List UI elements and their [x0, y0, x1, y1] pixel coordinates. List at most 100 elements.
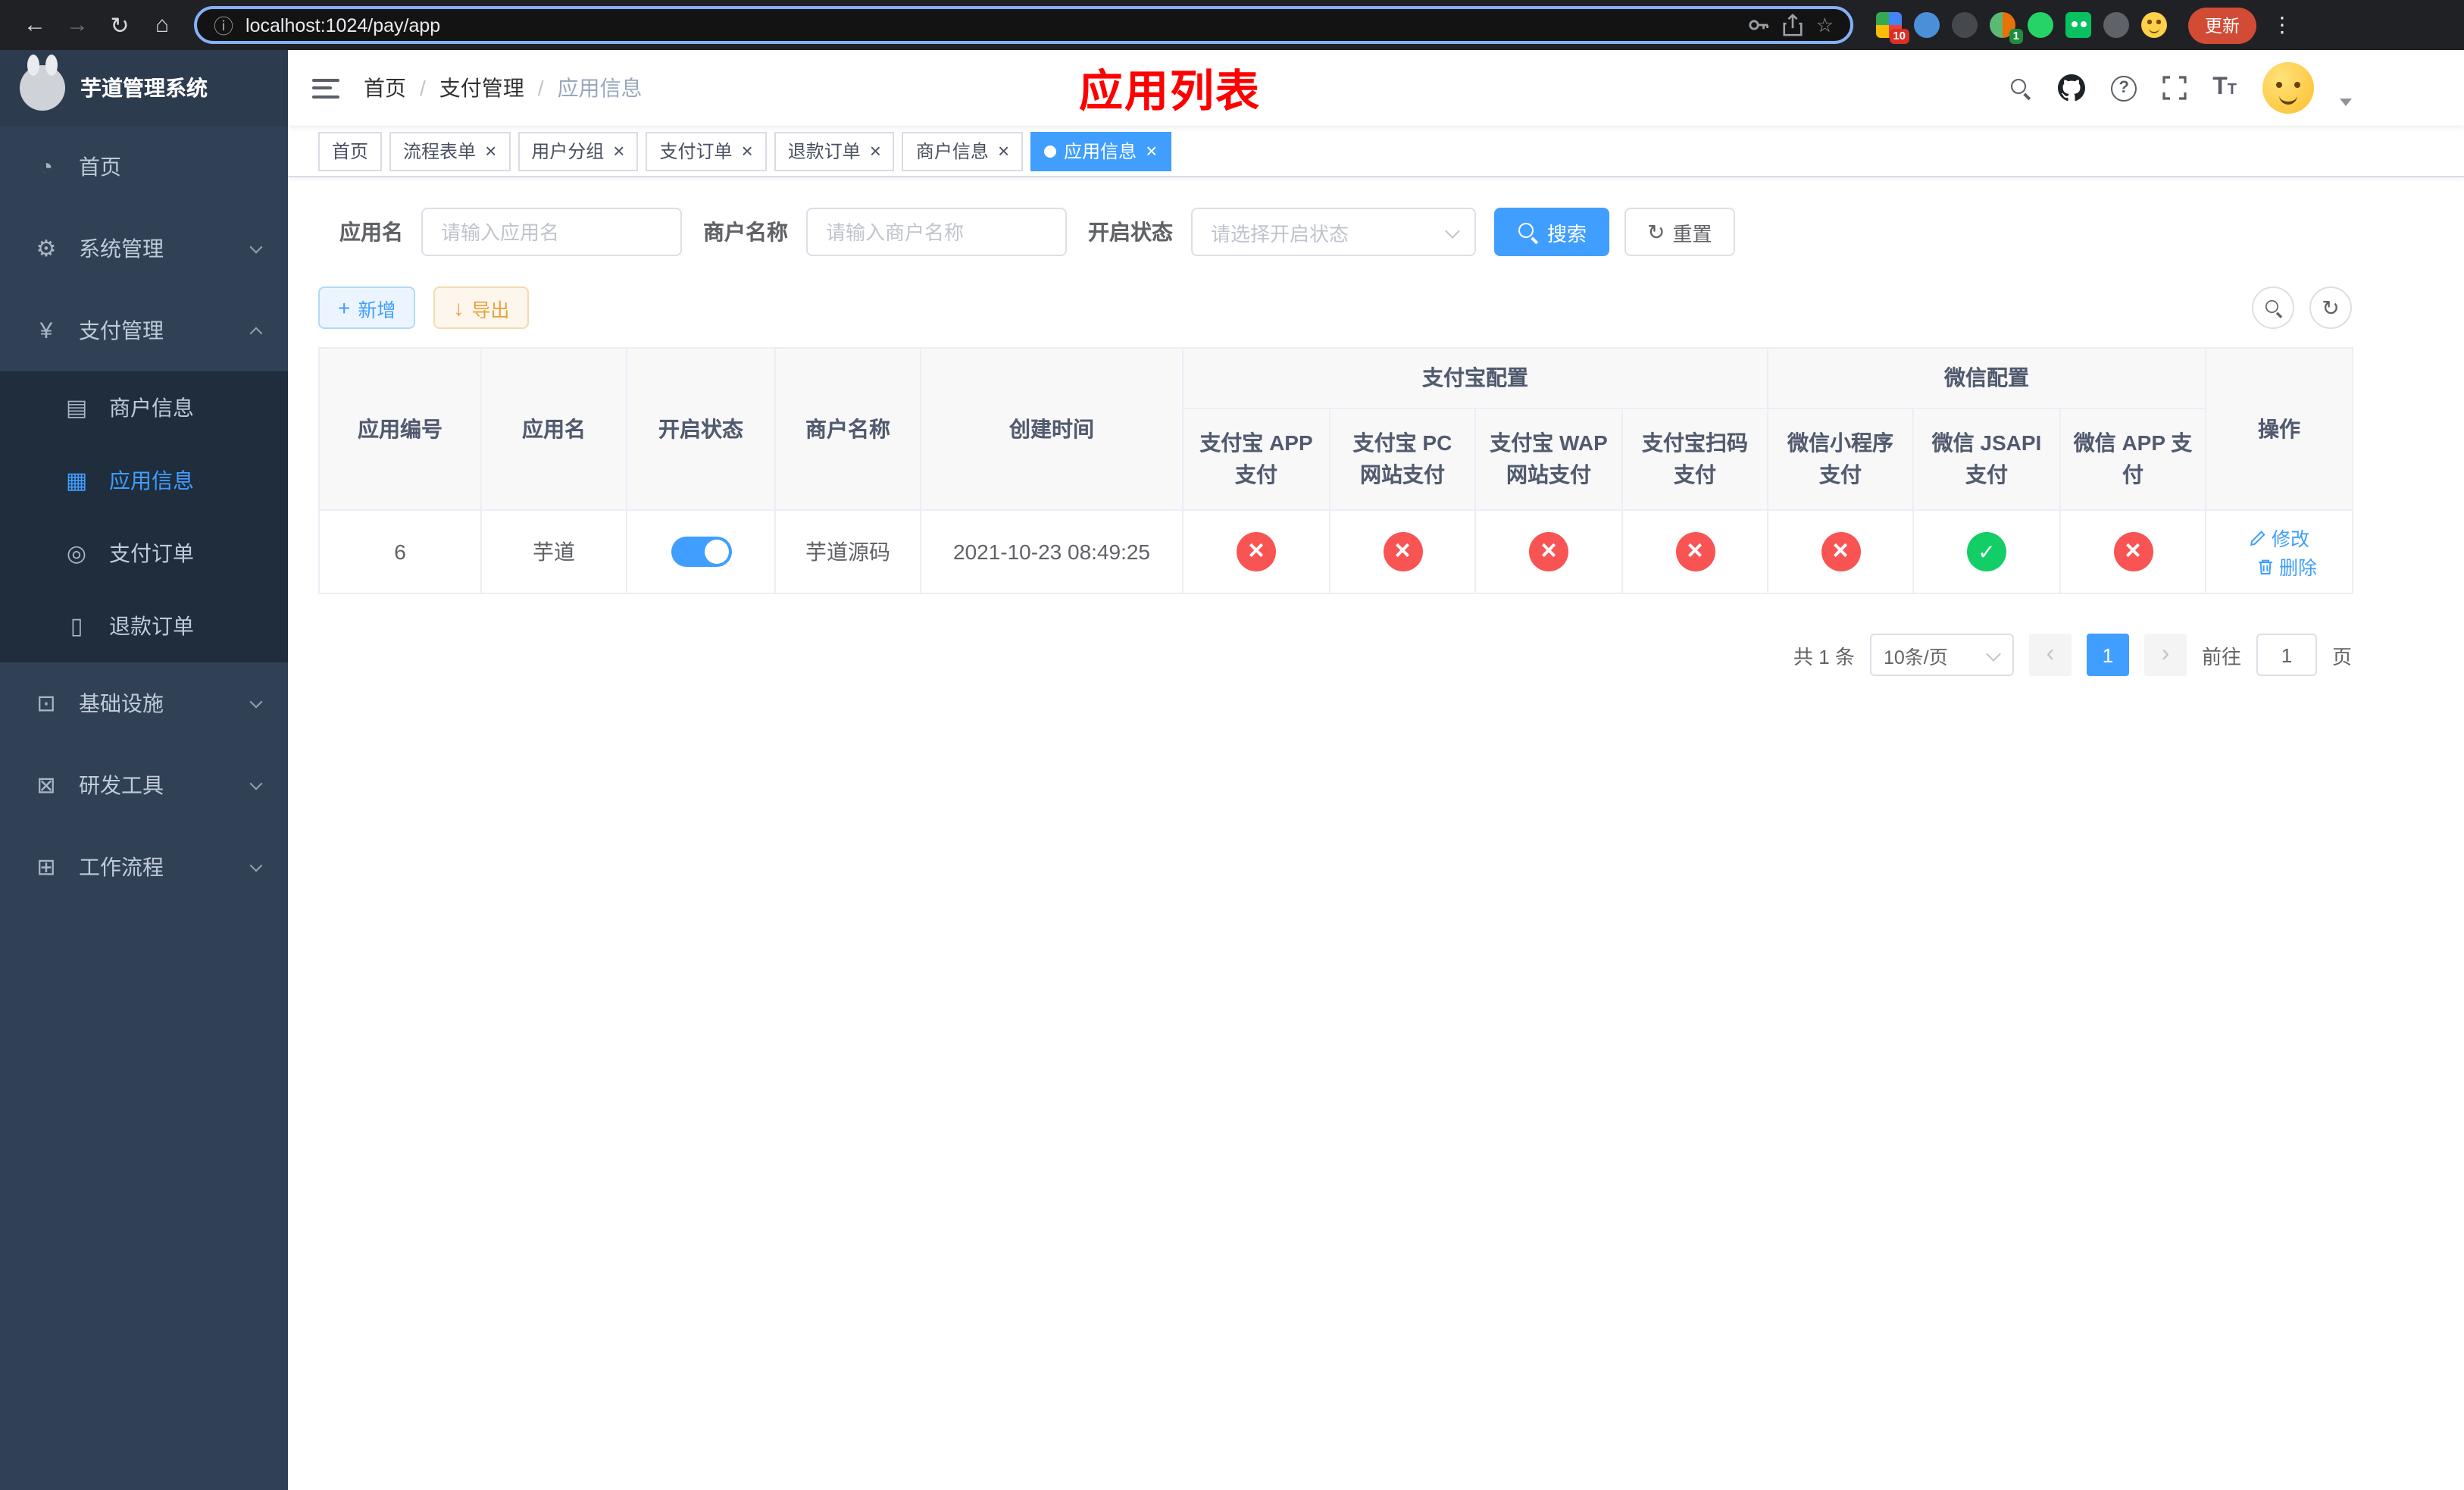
breadcrumb: 首页 / 支付管理 / 应用信息: [364, 73, 643, 103]
browser-home-icon[interactable]: ⌂: [142, 5, 182, 45]
browser-forward-icon[interactable]: →: [58, 5, 97, 45]
sidebar-item-merchant-info[interactable]: ▤ 商户信息: [0, 371, 288, 444]
close-icon[interactable]: ×: [485, 141, 496, 161]
toggle-search-button[interactable]: [2252, 286, 2294, 329]
browser-update-button[interactable]: 更新: [2188, 7, 2256, 43]
top-navbar: 首页 / 支付管理 / 应用信息 应用列表 ? TT: [288, 50, 2464, 126]
close-icon[interactable]: ×: [870, 141, 881, 161]
extension-wechat-icon[interactable]: [2065, 12, 2091, 38]
share-icon[interactable]: [1783, 14, 1804, 36]
sidebar-item-dev-tools[interactable]: ⊠ 研发工具: [0, 744, 288, 826]
browser-back-icon[interactable]: ←: [15, 5, 55, 45]
extension-translate-icon[interactable]: 1: [1990, 12, 2023, 44]
page-size-select[interactable]: 10条/页: [1869, 634, 2014, 676]
sidebar-item-label: 商户信息: [109, 396, 194, 420]
help-icon[interactable]: ?: [2111, 75, 2137, 101]
merchant-name-input[interactable]: [806, 208, 1067, 256]
edit-button[interactable]: 修改: [2249, 523, 2309, 552]
reset-button[interactable]: ↻ 重置: [1624, 208, 1735, 256]
cell-alipay-app: [1182, 509, 1330, 594]
prev-page-button[interactable]: ‹: [2028, 634, 2072, 676]
col-header-created: 创建时间: [920, 347, 1184, 511]
chevron-down-icon: [249, 239, 263, 253]
chevron-down-icon[interactable]: [2340, 98, 2352, 105]
search-button[interactable]: 搜索: [1494, 208, 1610, 256]
status-select[interactable]: 请选择开启状态: [1191, 208, 1476, 256]
tab-user-group[interactable]: 用户分组 ×: [518, 131, 639, 171]
sidebar-item-label: 首页: [79, 155, 121, 179]
extension-badge: 1: [2009, 28, 2023, 44]
tab-refund-order[interactable]: 退款订单 ×: [774, 131, 895, 171]
search-form: 应用名 商户名称 开启状态 请选择开启状态 搜索 ↻重置: [318, 208, 2352, 256]
sidebar-item-label: 支付管理: [79, 318, 164, 343]
next-page-button[interactable]: ›: [2143, 634, 2187, 676]
table-row: 6 芋道 芋道源码 2021-10-23 08:49:25 × × × × × …: [318, 509, 2354, 594]
tab-pay-order[interactable]: 支付订单 ×: [646, 131, 767, 171]
extension-blue-icon[interactable]: [1914, 12, 1940, 38]
site-info-icon[interactable]: ⓘ: [214, 11, 233, 39]
search-icon[interactable]: [2009, 77, 2032, 99]
delete-button[interactable]: 删除: [2256, 552, 2317, 581]
sidebar-item-app-info[interactable]: ▦ 应用信息: [0, 444, 288, 517]
cell-alipay-wap: [1474, 509, 1623, 594]
page-number-1[interactable]: 1: [2086, 634, 2129, 676]
close-icon[interactable]: ×: [1146, 141, 1157, 161]
sidebar-item-pay-order[interactable]: ◎ 支付订单: [0, 517, 288, 590]
app-name-input[interactable]: [421, 208, 682, 256]
refresh-table-button[interactable]: ↻: [2309, 286, 2352, 329]
tab-home[interactable]: 首页: [318, 131, 383, 171]
page-content: 应用名 商户名称 开启状态 请选择开启状态 搜索 ↻重置 +新增 ↓导出 ↻: [288, 177, 2464, 1490]
extension-pin-icon[interactable]: [2103, 12, 2129, 38]
extension-green-circle-icon[interactable]: [2028, 12, 2053, 38]
tab-process-form[interactable]: 流程表单 ×: [389, 131, 511, 171]
extension-dark-icon[interactable]: [1952, 12, 1978, 38]
browser-menu-icon[interactable]: ⋮: [2272, 12, 2293, 38]
breadcrumb-separator: /: [537, 76, 544, 100]
breadcrumb-home[interactable]: 首页: [364, 73, 406, 103]
password-key-icon[interactable]: [1748, 14, 1771, 36]
close-icon[interactable]: ×: [613, 141, 624, 161]
sidebar-item-label: 支付订单: [109, 541, 194, 565]
col-group-alipay: 支付宝配置: [1182, 347, 1768, 409]
logo[interactable]: 芋道管理系统: [0, 50, 288, 126]
font-size-icon[interactable]: TT: [2212, 75, 2237, 100]
status-label: 开启状态: [1088, 220, 1173, 244]
url-text[interactable]: localhost:1024/pay/app: [245, 14, 1736, 36]
sidebar-item-home[interactable]: ◔ 首页: [0, 126, 288, 208]
col-header-wx-lite: 微信小程序支付: [1767, 408, 1914, 511]
merchant-name-label: 商户名称: [703, 220, 788, 244]
export-button[interactable]: ↓ 导出: [433, 286, 530, 329]
tab-merchant-info[interactable]: 商户信息 ×: [902, 131, 1024, 171]
sidebar-item-infrastructure[interactable]: ⊡ 基础设施: [0, 662, 288, 744]
avatar[interactable]: [2262, 62, 2314, 114]
status-toggle[interactable]: [671, 537, 731, 567]
logo-avatar: [20, 55, 65, 111]
payment-submenu: ▤ 商户信息 ▦ 应用信息 ◎ 支付订单 ▯ 退款订单: [0, 371, 288, 662]
sidebar-item-refund-order[interactable]: ▯ 退款订单: [0, 590, 288, 662]
close-icon[interactable]: ×: [998, 141, 1009, 161]
breadcrumb-payment[interactable]: 支付管理: [439, 73, 524, 103]
tab-app-info[interactable]: 应用信息 ×: [1030, 131, 1171, 171]
github-icon[interactable]: [2058, 74, 2086, 102]
sidebar-item-system[interactable]: ⚙ 系统管理: [0, 208, 288, 290]
chevron-down-icon: [249, 858, 263, 872]
col-header-wx-jsapi: 微信 JSAPI 支付: [1912, 408, 2061, 511]
col-header-app-id: 应用编号: [318, 347, 482, 511]
tabs-bar: 首页 流程表单 × 用户分组 × 支付订单 × 退款订单 × 商户信息 × 应用信息 ×: [288, 126, 2464, 177]
extension-avatar-icon[interactable]: [2141, 12, 2167, 38]
sidebar-item-payment[interactable]: ¥ 支付管理: [0, 290, 288, 371]
add-button[interactable]: + 新增: [318, 286, 416, 329]
hamburger-icon[interactable]: [312, 78, 339, 98]
address-bar[interactable]: ⓘ localhost:1024/pay/app ☆: [194, 6, 1853, 44]
fullscreen-icon[interactable]: [2162, 76, 2187, 100]
bookmark-star-icon[interactable]: ☆: [1816, 13, 1834, 37]
cell-ops: 修改 删除: [2205, 509, 2354, 594]
browser-reload-icon[interactable]: ↻: [100, 5, 139, 45]
chevron-down-icon: [249, 776, 263, 790]
extension-grid-icon[interactable]: 10: [1876, 12, 1909, 44]
sidebar-item-workflow[interactable]: ⊞ 工作流程: [0, 826, 288, 908]
goto-page-input[interactable]: [2256, 634, 2317, 676]
close-icon[interactable]: ×: [742, 141, 753, 161]
extension-badge: 10: [1889, 28, 1909, 44]
col-header-alipay-app: 支付宝 APP 支付: [1182, 408, 1330, 511]
